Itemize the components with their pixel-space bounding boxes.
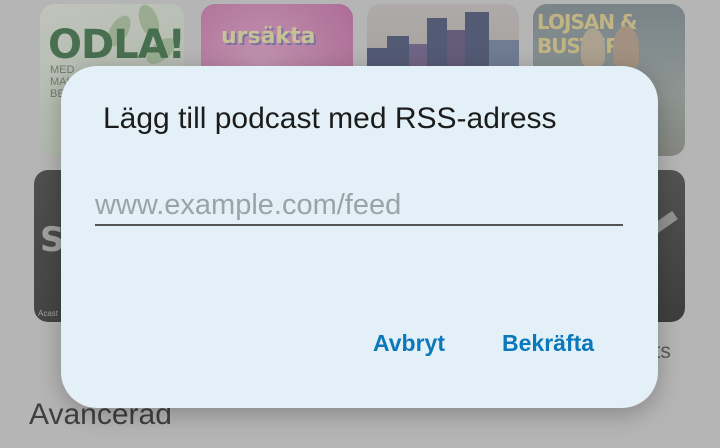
dialog-title: Lägg till podcast med RSS-adress [103, 102, 557, 135]
rss-url-input[interactable] [95, 186, 623, 226]
cancel-button[interactable]: Avbryt [365, 326, 453, 361]
add-rss-dialog: Lägg till podcast med RSS-adress Avbryt … [61, 66, 658, 408]
confirm-button[interactable]: Bekräfta [494, 326, 602, 361]
